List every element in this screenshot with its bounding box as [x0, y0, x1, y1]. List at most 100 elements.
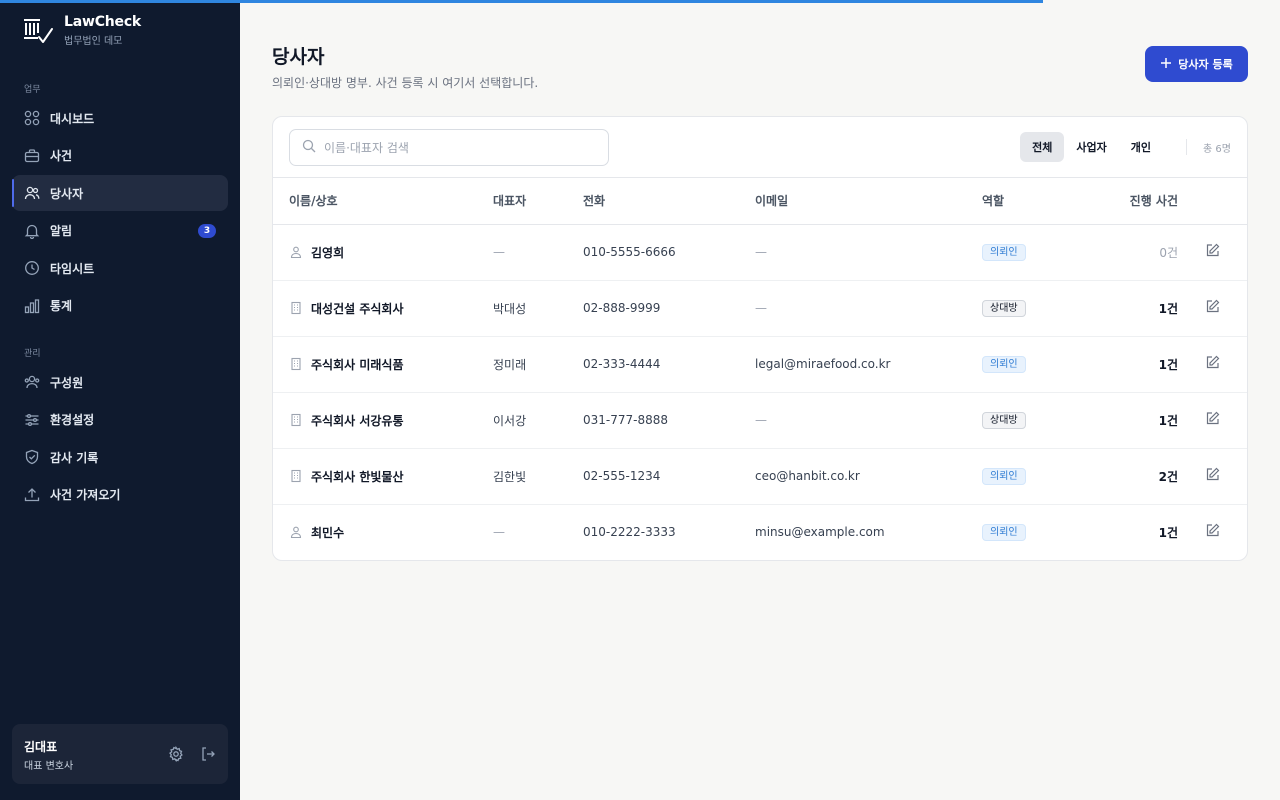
sidebar-item-timesheet[interactable]: 타임시트 — [12, 250, 228, 286]
email-cell: — — [755, 224, 982, 281]
representative-cell: 정미래 — [493, 336, 583, 393]
representative-cell: 김한빛 — [493, 448, 583, 505]
sidebar-item-members[interactable]: 구성원 — [12, 364, 228, 400]
column-header-active-cases[interactable]: 진행 사건 — [1082, 178, 1178, 225]
sliders-icon — [24, 412, 40, 428]
filter-all[interactable]: 전체 — [1020, 132, 1065, 162]
phone-cell: 010-5555-6666 — [583, 224, 755, 281]
sidebar-item-label: 통계 — [50, 299, 73, 314]
party-name[interactable]: 최민수 — [311, 524, 344, 541]
section-label-admin: 관리 — [24, 349, 41, 359]
party-name-cell: 주식회사 한빛물산 — [289, 468, 493, 485]
sidebar-item-label: 대시보드 — [50, 111, 95, 126]
clock-icon — [24, 260, 40, 276]
sidebar-item-import-cases[interactable]: 사건 가져오기 — [12, 477, 228, 513]
edit-icon[interactable] — [1205, 467, 1220, 482]
briefcase-icon — [24, 148, 40, 164]
active-cases-cell: 2건 — [1082, 448, 1178, 505]
party-name-cell: 주식회사 서강유통 — [289, 412, 493, 429]
email-cell: legal@miraefood.co.kr — [755, 336, 982, 393]
party-name-cell: 최민수 — [289, 524, 493, 541]
table-row[interactable]: 김영희 —010-5555-6666— 의뢰인 0건 — [273, 224, 1247, 281]
role-badge: 의뢰인 — [982, 243, 1026, 261]
main-content: 당사자 의뢰인·상대방 명부. 사건 등록 시 여기서 선택합니다. 당사자 등… — [240, 0, 1280, 800]
edit-icon[interactable] — [1205, 299, 1220, 314]
representative-cell: — — [493, 224, 583, 281]
search-icon — [302, 138, 316, 157]
sidebar-item-label: 당사자 — [50, 186, 84, 201]
sidebar-item-dashboard[interactable]: 대시보드 — [12, 100, 228, 136]
sidebar: LawCheck 법무법인 데모 업무 대시보드 사건 당사자 알림 3 타임시… — [0, 0, 240, 800]
table-body: 김영희 —010-5555-6666— 의뢰인 0건 대성건설 주식회사 박대성 02-88… — [273, 224, 1247, 560]
column-header-name[interactable]: 이름/상호 — [273, 178, 493, 225]
page-subtitle: 의뢰인·상대방 명부. 사건 등록 시 여기서 선택합니다. — [272, 76, 539, 90]
admin-nav: 구성원 환경설정 감사 기록 사건 가져오기 — [12, 364, 228, 514]
table-row[interactable]: 주식회사 한빛물산 김한빛 02-555-1234 ceo@hanbit.co.kr 의… — [273, 448, 1247, 505]
sidebar-item-label: 감사 기록 — [50, 450, 99, 465]
edit-icon[interactable] — [1205, 411, 1220, 426]
active-cases-cell: 1건 — [1158, 525, 1178, 540]
party-name[interactable]: 주식회사 서강유통 — [311, 412, 404, 429]
column-header-actions — [1178, 178, 1247, 225]
building-icon — [289, 301, 303, 315]
party-name[interactable]: 대성건설 주식회사 — [311, 300, 404, 317]
phone-cell: 02-333-4444 — [583, 336, 755, 393]
active-cases-cell: 1건 — [1082, 336, 1178, 393]
search-input[interactable] — [324, 140, 594, 155]
column-header-phone[interactable]: 전화 — [583, 178, 755, 225]
shield-icon — [24, 449, 40, 465]
brand[interactable]: LawCheck 법무법인 데모 — [22, 14, 141, 47]
party-name[interactable]: 주식회사 미래식품 — [311, 356, 404, 373]
column-header-representative[interactable]: 대표자 — [493, 178, 583, 225]
sidebar-item-settings[interactable]: 환경설정 — [12, 402, 228, 438]
page-title: 당사자 — [272, 46, 325, 68]
role-badge: 상대방 — [982, 299, 1026, 317]
filter-business[interactable]: 사업자 — [1064, 132, 1118, 162]
sidebar-item-alerts[interactable]: 알림 3 — [12, 213, 228, 249]
role-badge: 의뢰인 — [982, 523, 1026, 541]
parties-table: 이름/상호 대표자 전화 이메일 역할 진행 사건 김영희 —010-5555-6… — [273, 178, 1247, 560]
party-name[interactable]: 주식회사 한빛물산 — [311, 468, 404, 485]
active-cases-cell: 1건 — [1082, 280, 1178, 337]
edit-icon[interactable] — [1205, 523, 1220, 538]
email-cell: — — [755, 280, 982, 337]
email-cell: — — [755, 392, 982, 449]
sidebar-item-label: 환경설정 — [50, 413, 95, 428]
phone-cell: 02-888-9999 — [583, 280, 755, 337]
divider — [1186, 139, 1187, 155]
table-row[interactable]: 최민수 — 010-2222-3333 minsu@example.com 의뢰인 1건 — [273, 504, 1247, 560]
filter-individual[interactable]: 개인 — [1119, 132, 1163, 162]
sidebar-item-parties[interactable]: 당사자 — [12, 175, 228, 212]
active-cases-cell: 0건 — [1082, 224, 1178, 281]
table-row[interactable]: 주식회사 미래식품 정미래 02-333-4444 legal@miraefood.c… — [273, 336, 1247, 393]
section-label-work: 업무 — [24, 85, 41, 95]
sidebar-item-label: 사건 가져오기 — [50, 488, 121, 503]
email-cell: minsu@example.com — [755, 525, 885, 540]
search-field[interactable] — [289, 129, 609, 166]
user-role: 대표 변호사 — [24, 761, 74, 772]
party-name[interactable]: 김영희 — [311, 244, 344, 261]
total-count: 총 6명 — [1203, 144, 1231, 155]
bar-chart-icon — [24, 298, 40, 314]
edit-icon[interactable] — [1205, 355, 1220, 370]
representative-cell: — — [493, 525, 505, 540]
column-header-email[interactable]: 이메일 — [755, 178, 982, 225]
sidebar-item-stats[interactable]: 통계 — [12, 288, 228, 324]
logout-icon[interactable] — [200, 746, 216, 766]
table-row[interactable]: 주식회사 서강유통 이서강 031-777-8888— 상대방 1건 — [273, 392, 1247, 449]
sidebar-item-audit-log[interactable]: 감사 기록 — [12, 439, 228, 475]
edit-icon[interactable] — [1205, 243, 1220, 258]
active-cases-cell: 1건 — [1082, 392, 1178, 449]
table-row[interactable]: 대성건설 주식회사 박대성 02-888-9999— 상대방 1건 — [273, 280, 1247, 337]
building-icon — [289, 357, 303, 371]
page-load-progress-bar — [0, 0, 1044, 3]
gear-icon[interactable] — [168, 745, 184, 766]
column-header-role[interactable]: 역할 — [982, 178, 1082, 225]
add-party-button[interactable]: 당사자 등록 — [1145, 46, 1248, 82]
sidebar-item-label: 알림 — [50, 224, 73, 239]
table-toolbar: 전체 사업자 개인 총 6명 — [273, 117, 1247, 178]
sidebar-item-cases[interactable]: 사건 — [12, 138, 228, 174]
party-name-cell: 대성건설 주식회사 — [289, 300, 493, 317]
alerts-count-badge: 3 — [198, 223, 216, 238]
user-card: 김대표 대표 변호사 — [12, 724, 228, 784]
